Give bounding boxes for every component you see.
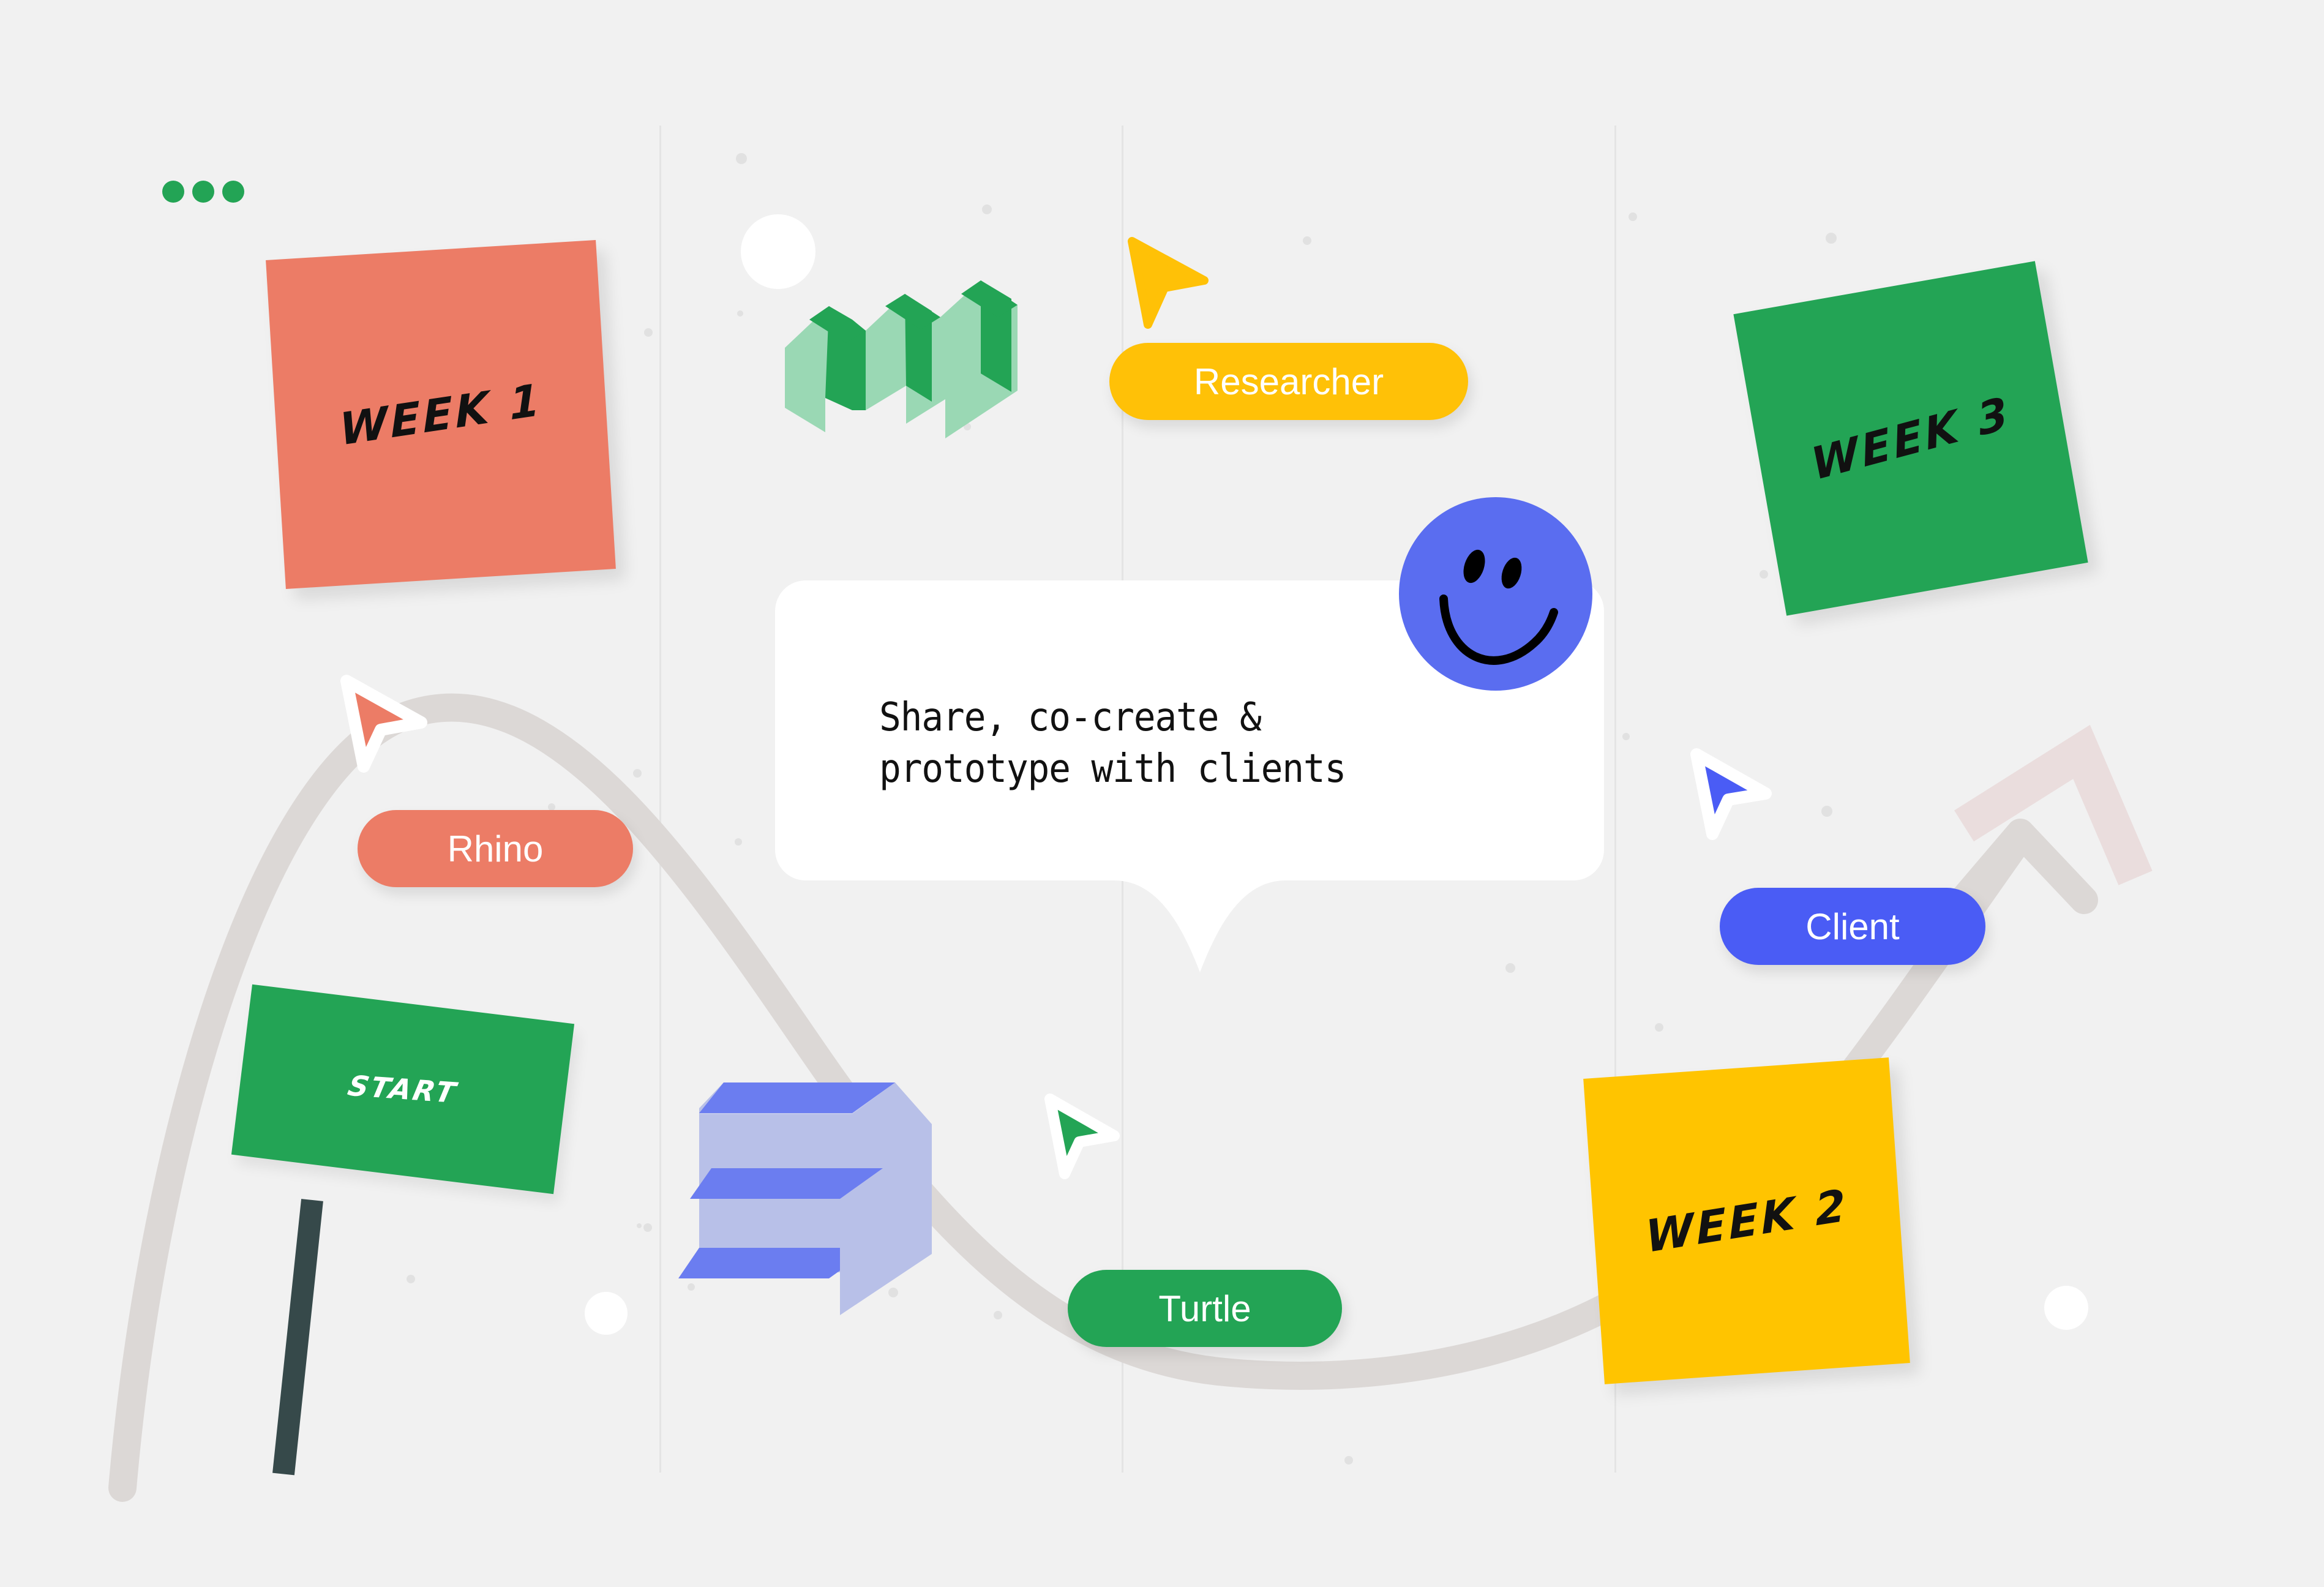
cursor-turtle-icon — [1044, 1094, 1120, 1179]
cursor-label-client[interactable]: Client — [1720, 888, 1985, 965]
whiteboard-canvas: WEEK 1 WEEK 3 WEEK 2 START Share, co-cre… — [0, 0, 2324, 1587]
cursor-client-icon — [1690, 748, 1772, 840]
cursor-label-researcher[interactable]: Researcher — [1109, 343, 1468, 420]
cursors-layer — [340, 237, 1772, 1179]
cursor-label-text: Turtle — [1158, 1288, 1251, 1329]
cursor-label-text: Rhino — [447, 828, 544, 869]
cursor-label-text: Client — [1805, 906, 1900, 947]
cursor-label-text: Researcher — [1193, 361, 1384, 402]
cursor-label-turtle[interactable]: Turtle — [1068, 1270, 1342, 1347]
cursor-researcher-icon — [1128, 237, 1209, 329]
cursor-label-rhino[interactable]: Rhino — [358, 810, 633, 887]
cursor-rhino-icon — [340, 675, 427, 773]
